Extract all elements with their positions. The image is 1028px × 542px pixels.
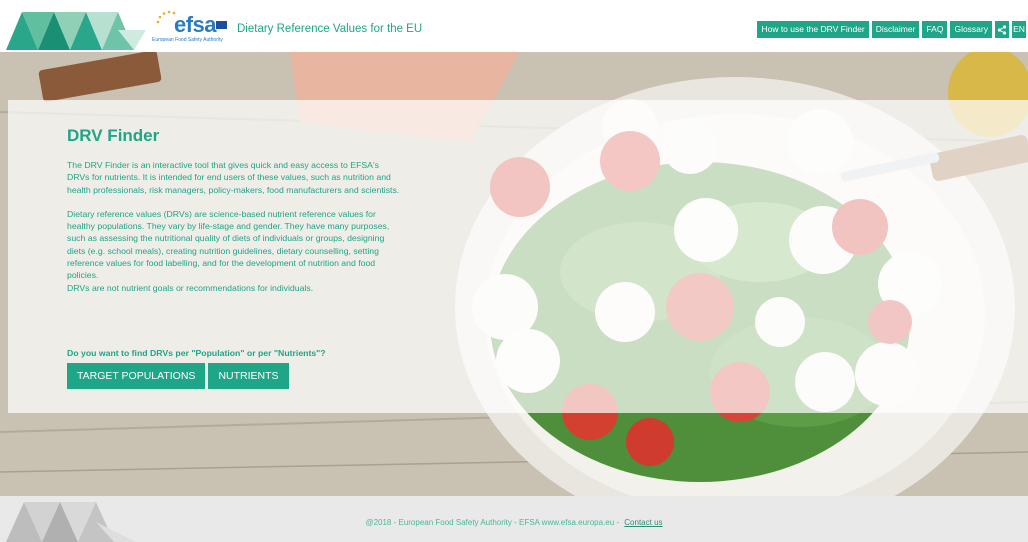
site-footer: @2018 - European Food Safety Authority -…	[0, 496, 1028, 542]
intro-paragraph: The DRV Finder is an interactive tool th…	[67, 160, 400, 195]
nav-faq-button[interactable]: FAQ	[922, 21, 948, 38]
intro-content: DRV Finder The DRV Finder is an interact…	[67, 126, 402, 294]
top-nav: How to use the DRV Finder Disclaimer FAQ…	[757, 21, 1026, 38]
target-populations-button[interactable]: TARGET POPULATIONS	[67, 363, 206, 389]
site-title: Dietary Reference Values for the EU	[237, 23, 423, 35]
nav-how-to-use-button[interactable]: How to use the DRV Finder	[757, 21, 869, 38]
nav-disclaimer-button[interactable]: Disclaimer	[871, 21, 920, 38]
efsa-logo[interactable]: efsa European Food Safety Authority	[152, 10, 230, 46]
share-button[interactable]	[995, 21, 1009, 38]
search-mode-buttons: TARGET POPULATIONS NUTRIENTS	[67, 363, 289, 389]
efsa-tagline: European Food Safety Authority	[152, 37, 223, 43]
eu-flag-icon	[216, 21, 227, 29]
page-title: DRV Finder	[67, 126, 160, 145]
site-header: efsa European Food Safety Authority Diet…	[0, 0, 1028, 52]
footer-copyright: @2018 - European Food Safety Authority -…	[365, 518, 620, 527]
drv-definition-paragraph: Dietary reference values (DRVs) are scie…	[67, 208, 390, 281]
footer-copyright-line: @2018 - European Food Safety Authority -…	[0, 518, 1028, 527]
triangle-pattern-logo	[6, 12, 146, 50]
efsa-wordmark: efsa	[174, 12, 217, 37]
share-icon	[997, 25, 1007, 35]
contact-us-link[interactable]: Contact us	[624, 518, 662, 527]
language-button[interactable]: EN	[1012, 21, 1026, 38]
drv-note: DRVs are not nutrient goals or recommend…	[67, 282, 314, 293]
nav-glossary-button[interactable]: Glossary	[950, 21, 992, 38]
nutrients-button[interactable]: NUTRIENTS	[208, 363, 289, 389]
search-question: Do you want to find DRVs per "Population…	[67, 348, 326, 358]
